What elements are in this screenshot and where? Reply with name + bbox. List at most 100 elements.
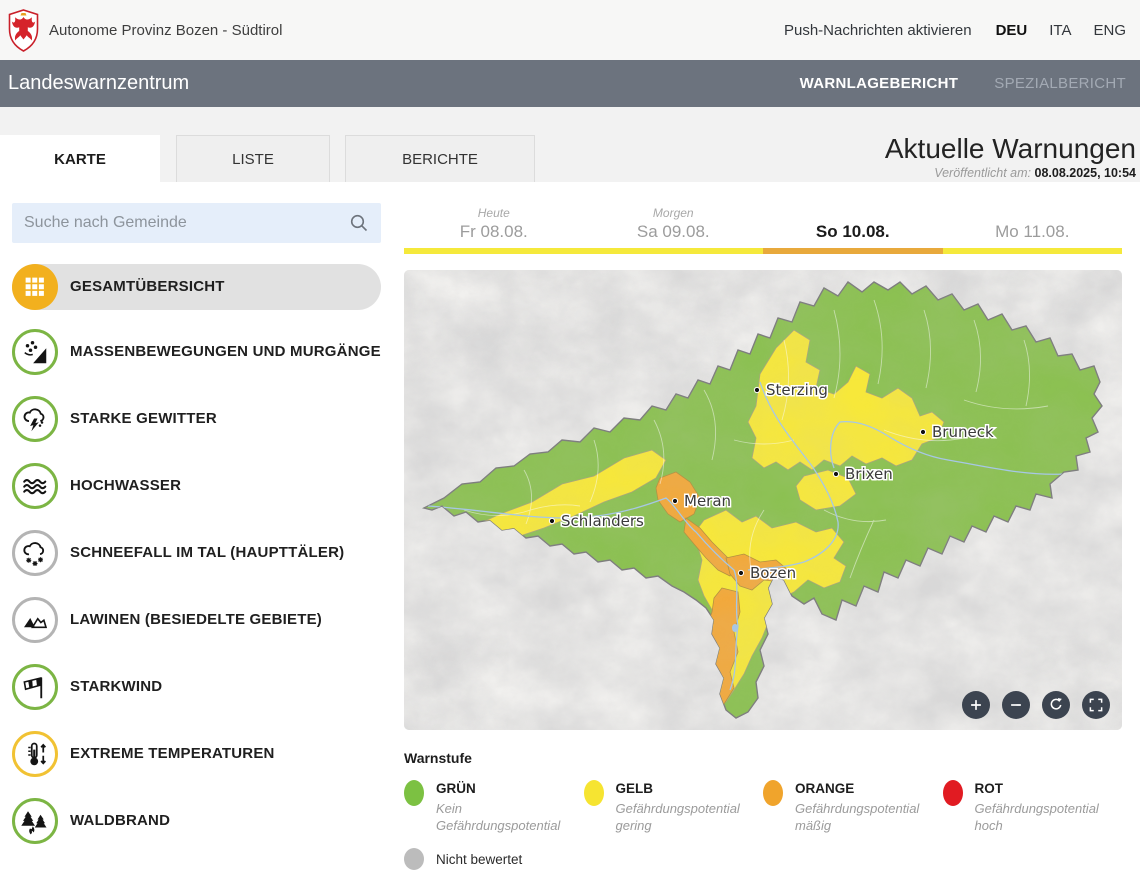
main-navbar: Landeswarnzentrum WARNLAGEBERICHT SPEZIAL… — [0, 60, 1140, 107]
date-tab-mo-1108[interactable]: Mo 11.08. — [943, 206, 1123, 246]
map-controls — [962, 691, 1110, 719]
date-label: Fr 08.08. — [404, 222, 584, 246]
sidebar-item-starkwind[interactable]: STARKWIND — [12, 664, 381, 710]
date-label: So 10.08. — [763, 222, 943, 246]
tab-liste[interactable]: LISTE — [176, 135, 330, 182]
language-eng[interactable]: ENG — [1093, 22, 1126, 39]
sidebar-item-schneefall-im-tal[interactable]: SCHNEEFALL IM TAL (HAUPTTÄLER) — [12, 530, 381, 576]
legend-description: Kein Gefährdungspotential — [436, 800, 568, 834]
date-label: Sa 09.08. — [584, 222, 764, 246]
date-bar — [404, 248, 1122, 254]
grid-icon — [12, 264, 58, 310]
map-canvas[interactable]: Sterzing Bruneck Brixen Meran Schlanders Boze… — [404, 270, 1122, 730]
search-input[interactable] — [24, 214, 349, 232]
date-bar-segment — [584, 248, 764, 254]
sidebar-item-lawinen[interactable]: LAWINEN (BESIEDELTE GEBIETE) — [12, 597, 381, 643]
svg-text:Bruneck: Bruneck — [932, 423, 994, 441]
snowfall-icon — [12, 530, 58, 576]
search-icon[interactable] — [349, 213, 369, 233]
province-coat-of-arms-icon — [8, 9, 39, 52]
zoom-out-button[interactable] — [1002, 691, 1030, 719]
municipality-search — [12, 203, 381, 243]
svg-text:Brixen: Brixen — [845, 465, 893, 483]
legend-item-rot: ROT Gefährdungspotential hoch — [943, 780, 1123, 834]
sidebar-item-label: LAWINEN (BESIEDELTE GEBIETE) — [70, 608, 322, 632]
legend-dot-orange — [763, 780, 783, 806]
date-tab-fr-0808[interactable]: HeuteFr 08.08. — [404, 206, 584, 246]
legend-dot-gelb — [584, 780, 604, 806]
warning-type-sidebar: GESAMTÜBERSICHT MASSENBEWEGUNGEN UND MURG… — [0, 182, 393, 894]
date-bar-segment — [943, 248, 1123, 254]
sidebar-item-hochwasser[interactable]: HOCHWASSER — [12, 463, 381, 509]
sidebar-item-waldbrand[interactable]: WALDBRAND — [12, 798, 381, 844]
city-marker-bruneck: Bruneck — [920, 423, 994, 441]
avalanche-icon — [12, 597, 58, 643]
sidebar-item-label: MASSENBEWEGUNGEN UND MURGÄNGE — [70, 340, 381, 364]
svg-text:Bozen: Bozen — [750, 564, 796, 582]
sidebar-item-label: SCHNEEFALL IM TAL (HAUPTTÄLER) — [70, 541, 344, 565]
published-value: 08.08.2025, 10:54 — [1035, 166, 1136, 180]
legend-dot-rot — [943, 780, 963, 806]
org-name: Autonome Provinz Bozen - Südtirol — [49, 22, 282, 39]
date-subtitle: Heute — [404, 206, 584, 222]
legend-name: ROT — [975, 780, 1107, 798]
date-subtitle: Morgen — [584, 206, 764, 222]
date-tab-sa-0908[interactable]: MorgenSa 09.08. — [584, 206, 764, 246]
push-notifications-link[interactable]: Push-Nachrichten aktivieren — [784, 22, 972, 39]
sidebar-item-label: STARKWIND — [70, 675, 162, 699]
published-line: Veröffentlicht am: 08.08.2025, 10:54 — [885, 166, 1136, 180]
language-deu[interactable]: DEU — [996, 22, 1028, 39]
reset-view-button[interactable] — [1042, 691, 1070, 719]
city-marker-schlanders: Schlanders — [549, 512, 644, 530]
legend-item-nicht-bewertet: Nicht bewertet — [404, 848, 1122, 870]
sidebar-item-gesamtuebersicht[interactable]: GESAMTÜBERSICHT — [12, 264, 381, 310]
date-bar-segment — [404, 248, 584, 254]
tab-berichte[interactable]: BERICHTE — [345, 135, 535, 182]
legend-name: GELB — [616, 780, 748, 798]
map-content: HeuteFr 08.08.MorgenSa 09.08.So 10.08.Mo… — [404, 182, 1122, 894]
legend-item-gelb: GELBGefährdungspotential gering — [584, 780, 764, 834]
svg-text:Meran: Meran — [684, 492, 731, 510]
language-switcher: DEU ITA ENG — [996, 22, 1126, 39]
rockfall-icon — [12, 329, 58, 375]
flood-icon — [12, 463, 58, 509]
legend-item-gruen: GRÜNKein Gefährdungspotential — [404, 780, 584, 834]
date-subtitle — [763, 206, 943, 222]
legend-item-orange: ORANGEGefährdungspotential mäßig — [763, 780, 943, 834]
sidebar-item-extreme-temperaturen[interactable]: EXTREME TEMPERATUREN — [12, 731, 381, 777]
legend-dot-gruen — [404, 780, 424, 806]
legend-description: Gefährdungspotential hoch — [975, 800, 1107, 834]
svg-text:Schlanders: Schlanders — [561, 512, 644, 530]
app-title: Landeswarnzentrum — [8, 72, 189, 95]
sidebar-item-massenbewegungen-murgaenge[interactable]: MASSENBEWEGUNGEN UND MURGÄNGE — [12, 329, 381, 375]
plus-icon — [967, 696, 985, 714]
tab-band: KARTELISTEBERICHTE Aktuelle Warnungen Ve… — [0, 107, 1140, 182]
warning-map[interactable]: Sterzing Bruneck Brixen Meran Schlanders Boze… — [404, 270, 1122, 730]
not-rated-label: Nicht bewertet — [436, 852, 522, 867]
zoom-in-button[interactable] — [962, 691, 990, 719]
thermometer-icon — [12, 731, 58, 777]
sidebar-item-label: EXTREME TEMPERATUREN — [70, 742, 275, 766]
date-subtitle — [943, 206, 1123, 222]
language-ita[interactable]: ITA — [1049, 22, 1071, 39]
date-tab-so-1008[interactable]: So 10.08. — [763, 206, 943, 246]
sidebar-item-label: HOCHWASSER — [70, 474, 181, 498]
nav-item-warnlagebericht[interactable]: WARNLAGEBERICHT — [800, 75, 959, 92]
nav-item-spezialbericht[interactable]: SPEZIALBERICHT — [994, 75, 1126, 92]
warning-legend: Warnstufe GRÜNKein GefährdungspotentialG… — [404, 750, 1122, 870]
tab-karte[interactable]: KARTE — [0, 135, 160, 182]
legend-title: Warnstufe — [404, 750, 1122, 766]
legend-description: Gefährdungspotential mäßig — [795, 800, 927, 834]
thunderstorm-icon — [12, 396, 58, 442]
windsock-icon — [12, 664, 58, 710]
brand: Autonome Provinz Bozen - Südtirol — [8, 9, 282, 52]
date-bar-segment — [763, 248, 943, 254]
sidebar-item-starke-gewitter[interactable]: STARKE GEWITTER — [12, 396, 381, 442]
published-label: Veröffentlicht am: — [934, 166, 1031, 180]
top-header: Autonome Provinz Bozen - Südtirol Push-N… — [0, 0, 1140, 60]
date-label: Mo 11.08. — [943, 222, 1123, 246]
forest-fire-icon — [12, 798, 58, 844]
fullscreen-icon — [1087, 696, 1105, 714]
fullscreen-button[interactable] — [1082, 691, 1110, 719]
city-marker-sterzing: Sterzing — [754, 381, 827, 399]
